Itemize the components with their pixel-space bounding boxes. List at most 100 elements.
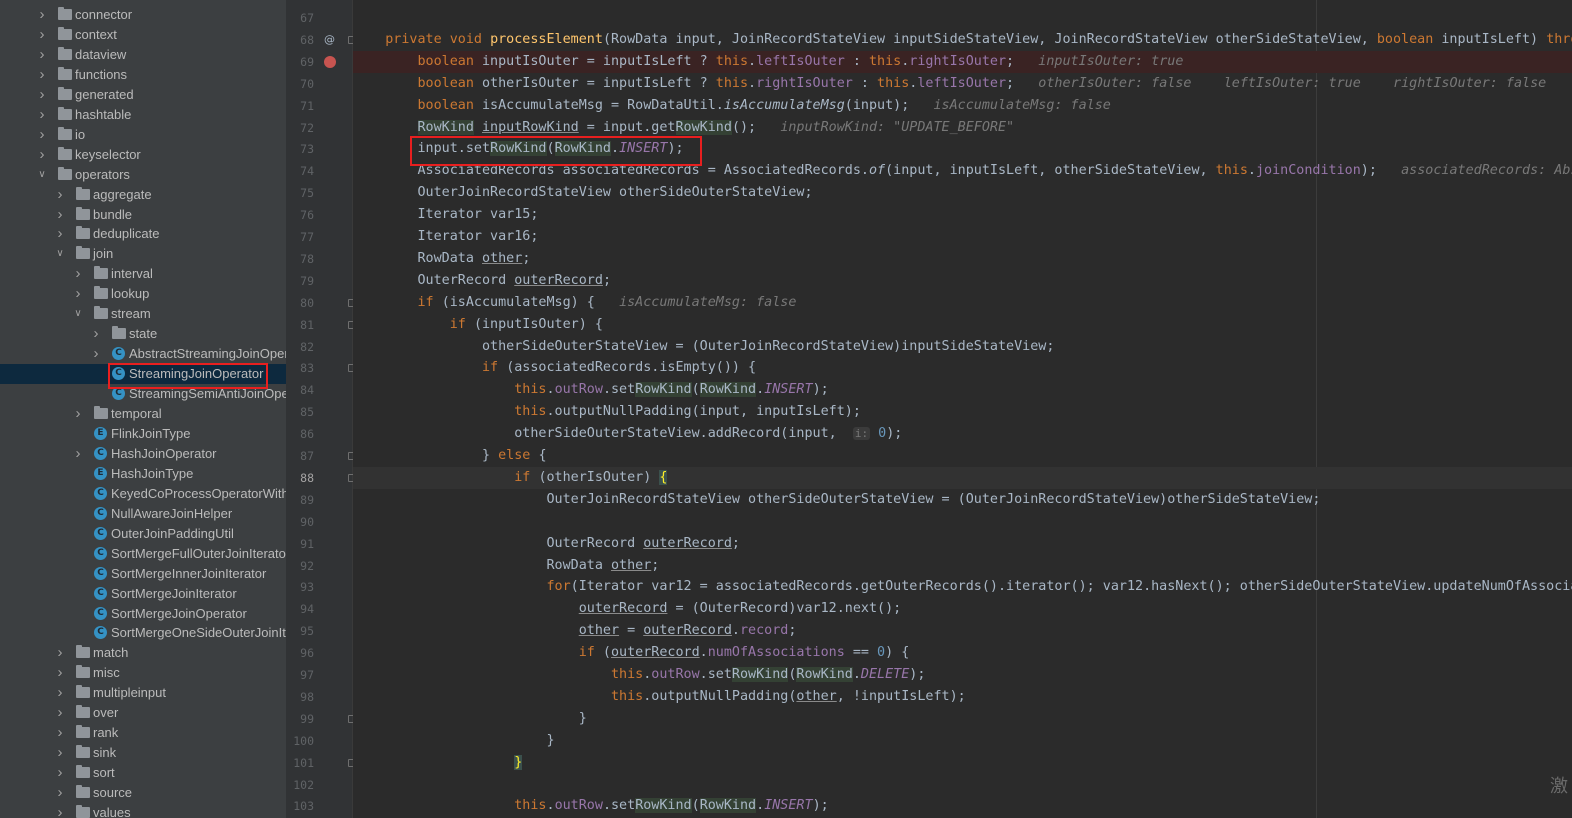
code-line[interactable]: OuterJoinRecordStateView otherSideOuterS… — [353, 182, 1572, 204]
chevron-right-icon[interactable]: › — [73, 264, 83, 284]
tree-item-keyselector[interactable]: › keyselector — [0, 145, 286, 165]
line-number[interactable]: 85 — [286, 401, 314, 423]
chevron-right-icon[interactable]: › — [91, 324, 101, 344]
line-number[interactable]: 90 — [286, 511, 314, 533]
chevron-right-icon[interactable]: › — [55, 763, 65, 783]
tree-item-state[interactable]: › state — [0, 324, 286, 344]
chevron-right-icon[interactable]: › — [55, 743, 65, 763]
chevron-right-icon[interactable]: › — [37, 145, 47, 165]
code-line[interactable]: } — [353, 708, 1572, 730]
tree-item-connector[interactable]: › connector — [0, 5, 286, 25]
code-line[interactable]: } — [353, 752, 1572, 774]
tree-item-sink[interactable]: › sink — [0, 743, 286, 763]
code-line[interactable]: Iterator var16; — [353, 226, 1572, 248]
code-line[interactable]: this.outRow.setRowKind(RowKind.INSERT); — [353, 795, 1572, 817]
line-number[interactable]: 93 — [286, 576, 314, 598]
line-number[interactable]: 91 — [286, 533, 314, 555]
code-line[interactable]: outerRecord = (OuterRecord)var12.next(); — [353, 598, 1572, 620]
code-line[interactable]: this.outputNullPadding(input, inputIsLef… — [353, 401, 1572, 423]
line-number[interactable]: 76 — [286, 204, 314, 226]
line-number[interactable]: 95 — [286, 620, 314, 642]
code-line[interactable]: this.outRow.setRowKind(RowKind.INSERT); — [353, 379, 1572, 401]
line-number[interactable]: 96 — [286, 642, 314, 664]
tree-item-source[interactable]: › source — [0, 783, 286, 803]
line-number[interactable]: 83 — [286, 357, 314, 379]
line-number[interactable]: 73 — [286, 138, 314, 160]
code-line[interactable]: OuterRecord outerRecord; — [353, 270, 1572, 292]
tree-item-over[interactable]: › over — [0, 703, 286, 723]
code-line[interactable] — [353, 7, 1572, 29]
chevron-down-icon[interactable]: ∨ — [55, 244, 65, 264]
line-number[interactable]: 101 — [286, 752, 314, 774]
line-number[interactable]: 88 — [286, 467, 314, 489]
tree-item-hashjointype[interactable]: E HashJoinType — [0, 464, 286, 484]
line-number[interactable]: 94 — [286, 598, 314, 620]
line-number[interactable]: 92 — [286, 555, 314, 577]
line-number[interactable]: 102 — [286, 774, 314, 796]
code-line[interactable] — [353, 511, 1572, 533]
tree-item-temporal[interactable]: › temporal — [0, 404, 286, 424]
code-line[interactable]: other = outerRecord.record; — [353, 620, 1572, 642]
line-number[interactable]: 77 — [286, 226, 314, 248]
chevron-right-icon[interactable]: › — [73, 404, 83, 424]
tree-item-io[interactable]: › io — [0, 125, 286, 145]
line-number[interactable]: 98 — [286, 686, 314, 708]
code-line[interactable]: if (associatedRecords.isEmpty()) { — [353, 357, 1572, 379]
tree-item-generated[interactable]: › generated — [0, 85, 286, 105]
line-number[interactable]: 89 — [286, 489, 314, 511]
tree-item-sortmergejoinoperator[interactable]: C SortMergeJoinOperator — [0, 604, 286, 624]
tree-item-values[interactable]: › values — [0, 803, 286, 818]
chevron-right-icon[interactable]: › — [55, 803, 65, 818]
code-line[interactable]: } else { — [353, 445, 1572, 467]
chevron-down-icon[interactable]: ∨ — [73, 304, 83, 324]
tree-item-match[interactable]: › match — [0, 643, 286, 663]
tree-item-functions[interactable]: › functions — [0, 65, 286, 85]
chevron-down-icon[interactable]: ∨ — [37, 165, 47, 185]
tree-item-sortmergejoiniterator[interactable]: C SortMergeJoinIterator — [0, 584, 286, 604]
chevron-right-icon[interactable]: › — [55, 723, 65, 743]
chevron-right-icon[interactable]: › — [91, 344, 101, 364]
project-tree[interactable]: › connector › context › dataview › functions › ge… — [0, 0, 286, 818]
line-number[interactable]: 103 — [286, 795, 314, 817]
chevron-right-icon[interactable]: › — [37, 45, 47, 65]
chevron-right-icon[interactable]: › — [37, 105, 47, 125]
chevron-right-icon[interactable]: › — [37, 125, 47, 145]
chevron-right-icon[interactable]: › — [55, 663, 65, 683]
line-number[interactable]: 67 — [286, 7, 314, 29]
tree-item-sort[interactable]: › sort — [0, 763, 286, 783]
tree-item-join[interactable]: ∨ join — [0, 244, 286, 264]
tree-item-abstractstreamingjoinoper[interactable]: › C AbstractStreamingJoinOper — [0, 344, 287, 364]
code-line[interactable]: RowData other; — [353, 248, 1572, 270]
code-line[interactable]: if (inputIsOuter) { — [353, 314, 1572, 336]
chevron-right-icon[interactable]: › — [55, 683, 65, 703]
tree-item-context[interactable]: › context — [0, 25, 286, 45]
code-line[interactable]: boolean otherIsOuter = inputIsLeft ? thi… — [353, 73, 1572, 95]
tree-item-sortmergeinnerjoiniterator[interactable]: C SortMergeInnerJoinIterator — [0, 564, 286, 584]
chevron-right-icon[interactable]: › — [55, 703, 65, 723]
tree-item-keyedcoprocessoperatorwith[interactable]: C KeyedCoProcessOperatorWith — [0, 484, 286, 504]
code-line[interactable]: boolean inputIsOuter = inputIsLeft ? thi… — [353, 50, 1572, 73]
tree-item-operators[interactable]: ∨ operators — [0, 165, 286, 185]
editor-gutter[interactable]: 67 68 @69 70 71 72 73 74 75 76 77 78 79 80 81 82 83 84 85 8… — [286, 0, 355, 818]
tree-item-interval[interactable]: › interval — [0, 264, 286, 284]
code-editor[interactable]: private void processElement(RowData inpu… — [353, 0, 1572, 818]
line-number[interactable]: 68 — [286, 29, 314, 51]
line-number[interactable]: 75 — [286, 182, 314, 204]
tree-item-outerjoinpaddingutil[interactable]: C OuterJoinPaddingUtil — [0, 524, 286, 544]
tree-item-bundle[interactable]: › bundle — [0, 205, 286, 225]
code-line[interactable]: this.outputNullPadding(other, !inputIsLe… — [353, 686, 1572, 708]
override-icon[interactable]: @ — [324, 29, 335, 51]
code-line[interactable] — [353, 774, 1572, 796]
line-number[interactable]: 97 — [286, 664, 314, 686]
tree-item-aggregate[interactable]: › aggregate — [0, 185, 286, 205]
line-number[interactable]: 100 — [286, 730, 314, 752]
code-line[interactable]: if (outerRecord.numOfAssociations == 0) … — [353, 642, 1572, 664]
tree-item-hashtable[interactable]: › hashtable — [0, 105, 286, 125]
line-number[interactable]: 86 — [286, 423, 314, 445]
line-number[interactable]: 69 — [286, 51, 314, 73]
tree-item-rank[interactable]: › rank — [0, 723, 286, 743]
line-number[interactable]: 82 — [286, 336, 314, 358]
tree-item-nullawarejoinhelper[interactable]: C NullAwareJoinHelper — [0, 504, 286, 524]
code-line[interactable]: otherSideOuterStateView.addRecord(input,… — [353, 423, 1572, 445]
tree-item-sortmergefullouterjoiniterato[interactable]: C SortMergeFullOuterJoinIterato — [0, 544, 286, 564]
